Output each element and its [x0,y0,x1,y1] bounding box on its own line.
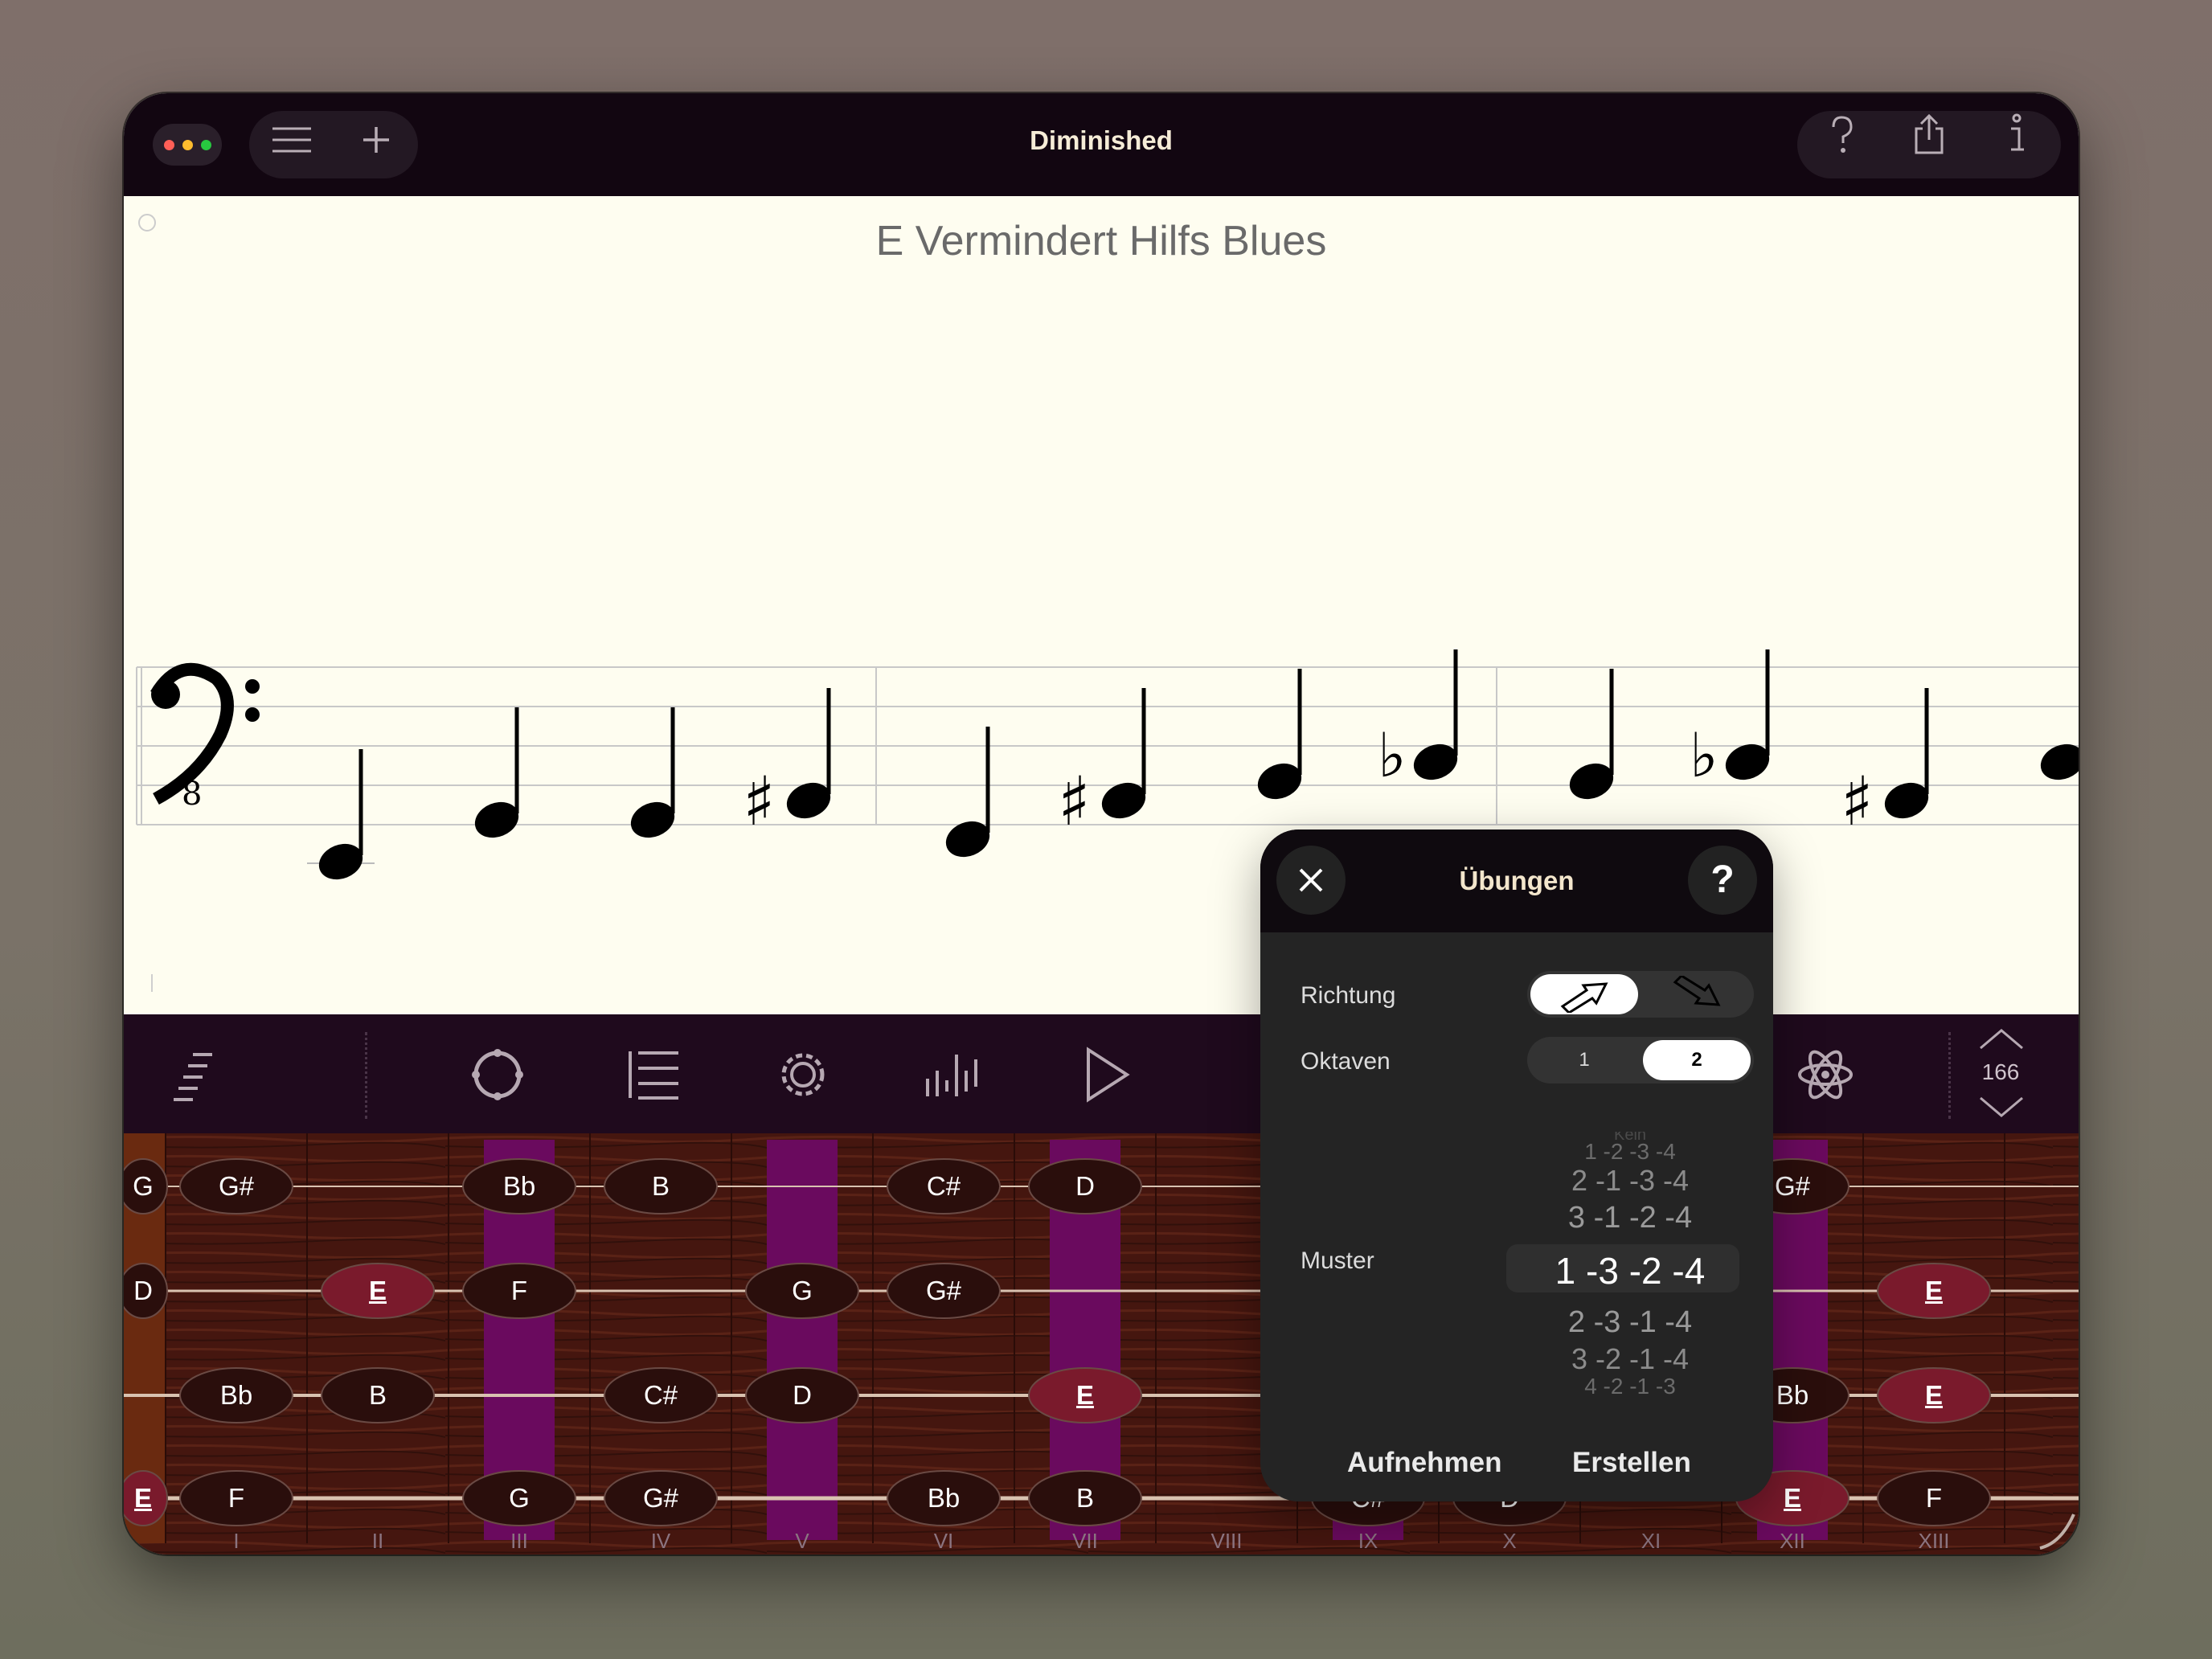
tempo-up-icon[interactable] [1977,1027,2026,1051]
fret-note-label: Bb [502,1171,536,1201]
arrow-up-right-icon [1560,982,1608,1014]
fret-number: X [1502,1529,1517,1553]
fret-number: VII [1072,1529,1098,1553]
tempo-down-icon[interactable] [1977,1095,2026,1119]
fret-note-label: G [792,1276,813,1305]
fret-number: I [233,1529,240,1553]
help-icon: ? [1710,858,1735,901]
sharp-icon: ♯ [1058,762,1091,841]
exercises-popover: Übungen ? Richtung Oktaven 1 2 Muster Ke… [1260,830,1773,1501]
pattern-picker[interactable]: Kein 1 -2 -3 -4 2 -1 -3 -4 3 -1 -2 -4 1 … [1501,1132,1759,1397]
picker-item-selected[interactable]: 1 -3 -2 -4 [1501,1249,1759,1292]
pattern-label: Muster [1301,1247,1374,1274]
picker-item[interactable]: 2 -3 -1 -4 [1501,1305,1759,1340]
loop-icon[interactable] [461,1038,534,1111]
fret-note-label: D [793,1380,812,1410]
fret-number: XI [1641,1529,1661,1553]
play-icon[interactable] [1067,1038,1140,1111]
picker-item[interactable]: 2 -1 -3 -4 [1501,1164,1759,1198]
toolbar: 166 [124,1014,2079,1133]
fret-number: IV [650,1529,671,1553]
clef-octave-label: 8 [182,776,202,813]
staff: 8 ♯ ♯ ♭ ♭ ♯ [136,649,2079,880]
direction-up-option[interactable] [1530,974,1638,1014]
picker-item[interactable]: 3 -2 -1 -4 [1501,1342,1759,1376]
octaves-segmented-control[interactable]: 1 2 [1527,1037,1754,1083]
popover-header: Übungen ? [1260,830,1773,932]
octaves-label: Oktaven [1301,1048,1391,1075]
fret-note-label: C# [926,1171,961,1201]
tempo-value[interactable]: 166 [1964,1059,2037,1085]
help-button[interactable]: ? [1688,846,1757,915]
direction-label: Richtung [1301,982,1396,1009]
sharp-icon: ♯ [1841,762,1874,841]
fret-note-label: G# [218,1171,255,1201]
arrow-down-right-icon [1673,974,1721,1006]
fret-number: IX [1358,1529,1378,1553]
help-icon[interactable] [1813,111,1870,178]
toolbar-separator [1948,1032,1951,1119]
octave-option-2[interactable]: 2 [1643,1040,1751,1080]
fret-note-label: B [651,1171,670,1201]
direction-segmented-control[interactable] [1527,971,1754,1018]
fret-note-label: G [509,1483,530,1513]
fret-note-label: G# [925,1276,962,1305]
fret-note-label: E [1924,1276,1943,1305]
app-window: Diminished E Vermindert Hilfs Blues 8 ♯ … [124,93,2079,1555]
fret-note-label: E [1075,1380,1094,1410]
info-icon[interactable] [1989,111,2045,178]
fret-note-label: D [1075,1171,1095,1201]
right-button-group [1797,111,2061,178]
list-icon[interactable] [616,1038,688,1111]
fret-note-label: B [1075,1483,1094,1513]
fret-note-label: Bb [219,1380,253,1410]
record-button[interactable]: Aufnehmen [1347,1447,1502,1479]
picker-item[interactable]: 1 -2 -3 -4 [1501,1140,1759,1161]
mixer-icon[interactable] [916,1038,989,1111]
fret-note-label: F [1925,1483,1943,1513]
resize-handle-icon[interactable] [2037,1511,2077,1551]
notes: ♯ ♯ ♭ ♭ ♯ [307,649,2079,880]
fret-number: VIII [1210,1529,1243,1553]
score-area[interactable]: E Vermindert Hilfs Blues 8 ♯ ♯ ♭ ♭ ♯ [124,196,2079,1014]
playhead-marker [151,974,153,992]
fret-number: II [371,1529,384,1553]
sharp-icon: ♯ [743,762,776,841]
fret-note-label: Bb [927,1483,961,1513]
fret-note-label: G# [642,1483,679,1513]
direction-down-option[interactable] [1643,974,1751,1014]
fret-note-label: F [227,1483,245,1513]
bass-clef-icon [150,662,260,805]
fret-number: V [795,1529,809,1553]
toolbar-separator [365,1032,367,1119]
fret-note-label: F [510,1276,528,1305]
picker-item[interactable]: 4 -2 -1 -3 [1501,1376,1759,1395]
flat-icon: ♭ [1378,719,1407,791]
flat-icon: ♭ [1690,719,1718,791]
settings-icon[interactable] [767,1038,839,1111]
share-icon[interactable] [1901,111,1957,178]
fret-note-label: D [133,1276,153,1305]
window-title: Diminished [1030,125,1173,155]
fret-number: XII [1780,1529,1805,1553]
fret-note-label: E [1924,1380,1943,1410]
fret-note-label: B [368,1380,387,1410]
fretboard[interactable]: GG#BbBC#DGG#DEFGG##DEBbBC#DEG#BbEEFGG#Bb… [124,1133,2079,1555]
atom-icon[interactable] [1789,1038,1862,1111]
create-button[interactable]: Erstellen [1572,1447,1691,1479]
picker-item[interactable]: 3 -1 -2 -4 [1501,1201,1759,1235]
fret-note-label: E [368,1276,387,1305]
fret-number: III [510,1529,528,1553]
title-bar: Diminished [124,93,2079,196]
fret-note-label: C# [643,1380,678,1410]
octave-option-1[interactable]: 1 [1530,1040,1638,1080]
scale-icon[interactable] [161,1038,233,1111]
fret-number: XIII [1918,1529,1950,1553]
highlight-fret [767,1140,838,1540]
fret-number: VI [933,1529,954,1553]
